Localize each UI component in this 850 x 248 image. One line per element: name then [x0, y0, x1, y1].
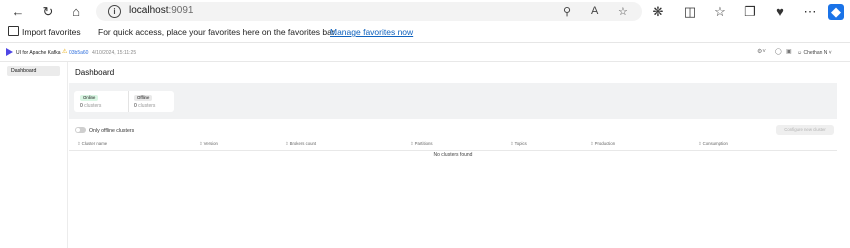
app-header: UI for Apache Kafka ⚠ 03b5a60 4/10/2024,…: [0, 43, 850, 62]
home-icon[interactable]: ⌂: [68, 4, 84, 20]
import-favorites-button[interactable]: Import favorites: [22, 27, 81, 37]
address-url[interactable]: localhost:9091: [129, 5, 194, 16]
copilot-icon[interactable]: ◆: [828, 4, 844, 20]
configure-cluster-button[interactable]: Configure new cluster: [776, 125, 834, 135]
online-count: 0 clusters: [80, 103, 102, 109]
zoom-icon[interactable]: ⚲: [563, 5, 571, 18]
back-icon[interactable]: ←: [10, 4, 26, 20]
user-menu[interactable]: ☺ Chethan N ˅: [797, 50, 832, 56]
favorites-icon[interactable]: ☆: [712, 4, 728, 20]
sort-icon: ⇕: [698, 141, 702, 146]
more-options-icon[interactable]: ⋯: [802, 4, 818, 20]
sidebar-item-dashboard[interactable]: Dashboard: [7, 66, 60, 76]
stats-bar: [69, 83, 837, 119]
sort-icon: ⇕: [285, 141, 289, 146]
column-header-cluster-name[interactable]: ⇕Cluster name: [77, 141, 107, 147]
toggle-knob: [76, 128, 80, 132]
column-header-partitions[interactable]: ⇕Partitions: [410, 141, 433, 147]
favorites-bar-message: For quick access, place your favorites h…: [98, 27, 337, 37]
sidebar: Dashboard: [0, 62, 68, 248]
browser-toolbar: ← ↻ ⌂ i localhost:9091 ⚲ A ☆ ❋ ◫ ☆ ❐ ♥ ⋯…: [0, 0, 850, 23]
online-stat: Online 0 clusters: [76, 91, 128, 112]
table-header-divider: [69, 150, 837, 151]
favorites-bar: Import favorites For quick access, place…: [0, 23, 850, 43]
empty-table-message: No clusters found: [433, 152, 473, 158]
column-header-topics[interactable]: ⇕Topics: [510, 141, 527, 147]
commit-link[interactable]: 03b5a60: [69, 50, 88, 56]
site-info-icon[interactable]: i: [108, 5, 121, 18]
warning-icon: ⚠: [62, 49, 68, 55]
offline-badge: Offline: [134, 95, 153, 101]
browser-essentials-icon[interactable]: ♥: [772, 4, 788, 20]
column-header-production[interactable]: ⇕Production: [590, 141, 615, 147]
manage-favorites-link[interactable]: Manage favorites now: [330, 27, 413, 37]
column-header-brokers-count[interactable]: ⇕Brokers count: [285, 141, 316, 147]
sort-icon: ⇕: [77, 141, 81, 146]
scrollbar-track[interactable]: [837, 62, 850, 248]
favorite-star-icon[interactable]: ☆: [618, 5, 628, 18]
user-icon: ☺: [797, 49, 803, 56]
offline-only-toggle[interactable]: [75, 127, 86, 133]
split-screen-icon[interactable]: ◫: [682, 4, 698, 20]
online-badge: Online: [80, 95, 99, 101]
settings-icon[interactable]: ⚙˅: [757, 48, 766, 55]
app-title[interactable]: UI for Apache Kafka: [16, 50, 60, 56]
address-bar[interactable]: i localhost:9091 ⚲ A ☆: [96, 2, 642, 21]
sort-icon: ⇕: [410, 141, 414, 146]
sort-icon: ⇕: [590, 141, 594, 146]
offline-only-label: Only offline clusters: [89, 127, 135, 134]
github-icon[interactable]: ◯: [775, 48, 782, 55]
discord-icon[interactable]: ▣: [786, 48, 792, 55]
refresh-icon[interactable]: ↻: [40, 4, 56, 20]
page-title: Dashboard: [75, 68, 115, 77]
kafka-logo-icon[interactable]: [6, 48, 13, 56]
commit-date: 4/10/2024, 15:11:25: [92, 49, 137, 56]
cluster-stats-card: Online 0 clusters Offline 0 clusters: [74, 91, 174, 112]
extensions-icon[interactable]: ❋: [650, 4, 666, 20]
sort-icon: ⇕: [510, 141, 514, 146]
card-divider: [128, 91, 129, 112]
offline-count: 0 clusters: [134, 103, 156, 109]
sort-icon: ⇕: [199, 141, 203, 146]
column-header-consumption[interactable]: ⇕Consumption: [698, 141, 728, 147]
import-icon[interactable]: [8, 26, 19, 36]
offline-stat: Offline 0 clusters: [130, 91, 174, 112]
collections-icon[interactable]: ❐: [742, 4, 758, 20]
read-aloud-icon[interactable]: A: [591, 5, 598, 17]
column-header-version[interactable]: ⇕Version: [199, 141, 218, 147]
